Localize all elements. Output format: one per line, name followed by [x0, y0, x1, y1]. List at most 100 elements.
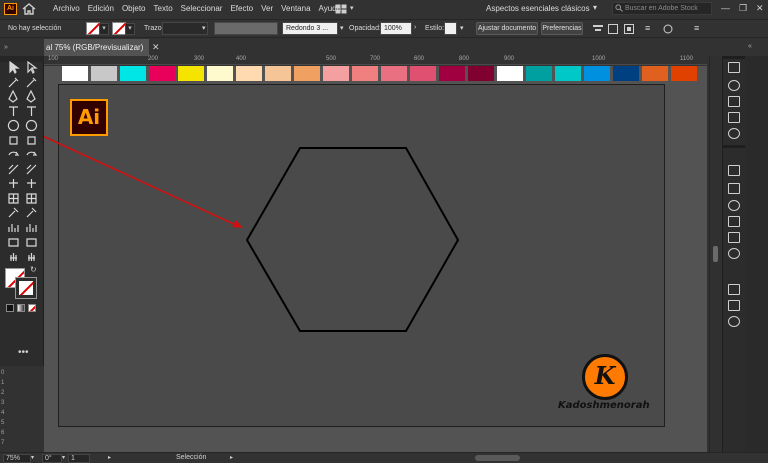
fill-swatch[interactable]	[86, 22, 100, 35]
menu-edicion[interactable]: Edición	[88, 4, 114, 13]
paintbrush-tool-icon[interactable]	[25, 119, 38, 132]
vertical-scrollbar[interactable]	[709, 56, 721, 452]
stock-search-input[interactable]: Buscar en Adobe Stock	[612, 2, 712, 15]
artboard-navigation[interactable]: 1	[68, 454, 90, 463]
width-tool-icon[interactable]	[7, 163, 20, 176]
chevron-down-icon[interactable]: ▾	[350, 4, 354, 12]
appearance-icon[interactable]	[728, 128, 740, 139]
stroke-color-swatch[interactable]	[15, 277, 37, 299]
color-swatch[interactable]	[265, 66, 291, 81]
color-swatch[interactable]	[178, 66, 204, 81]
next-artboard-icon[interactable]: ▸	[108, 454, 111, 461]
properties-icon[interactable]	[728, 200, 740, 211]
color-swatch[interactable]	[207, 66, 233, 81]
align-icon[interactable]	[592, 23, 604, 35]
rotation-field[interactable]: 0°	[42, 454, 62, 463]
chevron-down-icon[interactable]: ▾	[460, 24, 464, 32]
variable-width-field[interactable]	[214, 22, 278, 35]
color-swatch[interactable]	[381, 66, 407, 81]
hand-tool-icon[interactable]	[7, 250, 20, 263]
menu-efecto[interactable]: Efecto	[230, 4, 253, 13]
panel-menu-icon[interactable]: ≡	[694, 23, 699, 33]
brush-definition[interactable]: Redondo 3 ...	[282, 22, 338, 35]
layers-icon[interactable]	[728, 165, 740, 176]
status-menu-icon[interactable]: ▸	[230, 454, 233, 461]
color-swatch[interactable]	[149, 66, 175, 81]
chevron-down-icon[interactable]: ▾	[62, 454, 65, 461]
free-transform-tool-icon[interactable]	[25, 163, 38, 176]
gradient-mode-icon[interactable]	[17, 304, 25, 312]
preferences-button[interactable]: Preferencias	[541, 22, 583, 35]
document-tab[interactable]: al 75% (RGB/Previsualizar)	[44, 39, 150, 56]
transform-icon[interactable]	[607, 23, 619, 35]
transform-panel-icon[interactable]	[728, 284, 740, 295]
curvature-tool-icon[interactable]	[25, 89, 38, 103]
minimize-icon[interactable]: —	[721, 3, 730, 13]
swatches-icon[interactable]	[728, 62, 740, 73]
home-icon[interactable]	[22, 3, 36, 15]
stroke-panel-icon[interactable]	[728, 232, 740, 243]
mesh-tool-icon[interactable]	[7, 192, 20, 205]
more-tools-icon[interactable]: •••	[18, 347, 29, 358]
scroll-thumb[interactable]	[713, 246, 718, 262]
swap-colors-icon[interactable]: ↻	[30, 265, 37, 274]
color-mode-icon[interactable]	[6, 304, 14, 312]
perspective-tool-icon[interactable]	[25, 177, 38, 190]
color-swatch[interactable]	[120, 66, 146, 81]
chevron-down-icon[interactable]: ▾	[202, 24, 206, 32]
eraser-tool-icon[interactable]	[25, 134, 38, 147]
menu-texto[interactable]: Texto	[154, 4, 173, 13]
adjust-document-button[interactable]: Ajustar documento	[476, 22, 538, 35]
color-swatch[interactable]	[497, 66, 523, 81]
symbols-icon[interactable]	[728, 96, 740, 107]
menu-ver[interactable]: Ver	[261, 4, 273, 13]
shape-builder-tool-icon[interactable]	[7, 177, 20, 190]
horizontal-scroll-thumb[interactable]	[475, 455, 520, 461]
zoom-tool-icon[interactable]	[25, 250, 38, 263]
color-swatch[interactable]	[584, 66, 610, 81]
rotate-tool-icon[interactable]	[7, 148, 20, 161]
color-swatch[interactable]	[613, 66, 639, 81]
maximize-icon[interactable]: ❐	[739, 3, 747, 14]
direct-selection-tool-icon[interactable]	[25, 60, 38, 75]
color-swatch[interactable]	[294, 66, 320, 81]
artboard-tool-icon[interactable]	[7, 235, 20, 248]
shaper-tool-icon[interactable]	[7, 134, 20, 147]
color-swatch[interactable]	[236, 66, 262, 81]
menu-seleccionar[interactable]: Seleccionar	[181, 4, 223, 13]
style-swatch[interactable]	[444, 22, 457, 35]
fill-dropdown[interactable]: ▾	[99, 23, 109, 35]
artboard[interactable]	[58, 84, 665, 427]
magic-wand-tool-icon[interactable]	[7, 76, 20, 89]
gradient-tool-icon[interactable]	[25, 192, 38, 205]
blend-tool-icon[interactable]	[25, 206, 38, 219]
workspace-switcher[interactable]: Aspectos esenciales clásicos	[486, 4, 590, 13]
symbol-sprayer-tool-icon[interactable]	[7, 221, 20, 234]
align-panel-icon[interactable]	[728, 316, 740, 327]
color-swatch[interactable]	[91, 66, 117, 81]
arrange-documents-icon[interactable]	[335, 4, 347, 14]
color-swatch[interactable]	[555, 66, 581, 81]
graphic-styles-icon[interactable]	[728, 112, 740, 123]
lasso-tool-icon[interactable]	[25, 76, 38, 89]
menu-archivo[interactable]: Archivo	[53, 4, 80, 13]
close-tab-icon[interactable]: ✕	[152, 42, 160, 53]
recolor-icon[interactable]	[662, 23, 674, 35]
zoom-field[interactable]: 75%	[3, 454, 31, 463]
isolate-icon[interactable]	[623, 23, 635, 35]
scale-tool-icon[interactable]	[25, 148, 38, 161]
color-swatch[interactable]	[468, 66, 494, 81]
graph-tool-icon[interactable]	[25, 221, 38, 234]
color-swatch[interactable]	[439, 66, 465, 81]
color-swatch[interactable]	[62, 66, 88, 81]
pathfinder-icon[interactable]	[728, 300, 740, 311]
links-icon[interactable]	[728, 216, 740, 227]
none-mode-icon[interactable]	[28, 304, 36, 312]
collapse-icon[interactable]: «	[748, 43, 752, 50]
chevron-down-icon[interactable]: ▾	[31, 454, 34, 461]
color-swatch[interactable]	[526, 66, 552, 81]
panel-group-grip[interactable]	[723, 56, 745, 59]
opacity-field[interactable]: 100%	[380, 22, 412, 35]
stroke-swatch[interactable]	[112, 22, 126, 35]
libraries-icon[interactable]	[728, 183, 740, 194]
